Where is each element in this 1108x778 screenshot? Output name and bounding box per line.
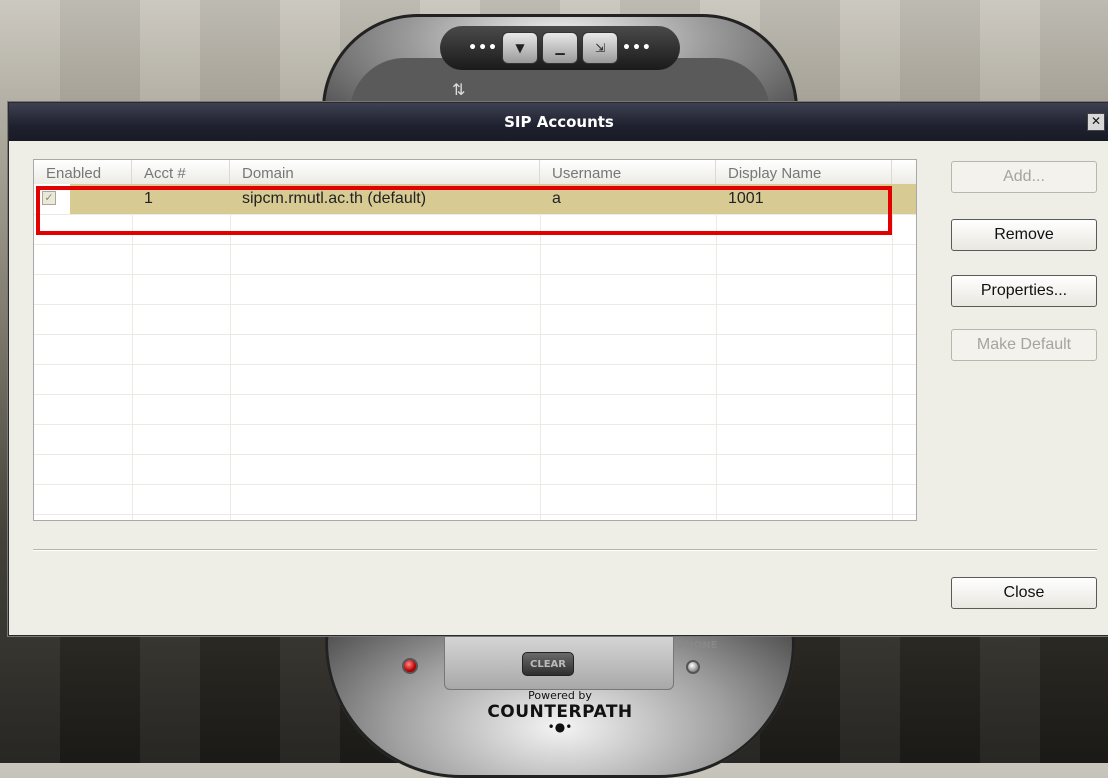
transfer-arrows-icon: ⇅	[452, 80, 466, 99]
add-button[interactable]: Add...	[951, 161, 1097, 193]
compact-button[interactable]: ⇲	[582, 32, 618, 64]
dropdown-button[interactable]: ▼	[502, 32, 538, 64]
make-default-button[interactable]: Make Default	[951, 329, 1097, 361]
phone-top-controls: ••• ▼ ▁ ⇲ •••	[440, 26, 680, 70]
properties-button[interactable]: Properties...	[951, 275, 1097, 307]
empty-row	[34, 484, 916, 515]
minimize-icon: ▁	[555, 41, 565, 55]
empty-row	[34, 334, 916, 365]
phone-indicator-light[interactable]	[686, 660, 700, 674]
empty-row	[34, 274, 916, 305]
highlight-annotation	[36, 186, 892, 235]
top-dots-right: •••	[622, 40, 652, 56]
brand-name: COUNTERPATH	[487, 702, 633, 722]
empty-row	[34, 304, 916, 335]
top-dots-left: •••	[468, 40, 498, 56]
column-header-username[interactable]: Username	[540, 160, 716, 184]
remove-button[interactable]: Remove	[951, 219, 1097, 251]
column-header-display-name[interactable]: Display Name	[716, 160, 892, 184]
dialog-title: SIP Accounts	[504, 113, 614, 131]
minimize-button[interactable]: ▁	[542, 32, 578, 64]
empty-row	[34, 364, 916, 395]
dialog-titlebar[interactable]: SIP Accounts ✕	[9, 103, 1108, 141]
powered-by-text: Powered by	[528, 689, 592, 702]
powered-by-logo: Powered by COUNTERPATH •●•	[480, 689, 640, 734]
column-header-enabled[interactable]: Enabled	[34, 160, 132, 184]
close-button[interactable]: Close	[951, 577, 1097, 609]
empty-row	[34, 454, 916, 485]
clear-button[interactable]: CLEAR	[522, 652, 574, 676]
sip-accounts-dialog: SIP Accounts ✕ Enabled Acct # Domain Use…	[8, 102, 1108, 636]
close-icon[interactable]: ✕	[1087, 113, 1105, 131]
phone-label: PHONE	[678, 640, 718, 651]
list-header: Enabled Acct # Domain Username Display N…	[34, 160, 916, 185]
dialog-separator	[33, 549, 1097, 551]
red-indicator-light[interactable]	[402, 658, 418, 674]
empty-row	[34, 424, 916, 455]
column-header-domain[interactable]: Domain	[230, 160, 540, 184]
chevron-down-icon: ▼	[515, 41, 525, 55]
column-header-acct[interactable]: Acct #	[132, 160, 230, 184]
empty-row	[34, 244, 916, 275]
empty-row	[34, 394, 916, 425]
brand-dots: •●•	[547, 720, 573, 734]
arrow-down-right-icon: ⇲	[594, 41, 606, 55]
